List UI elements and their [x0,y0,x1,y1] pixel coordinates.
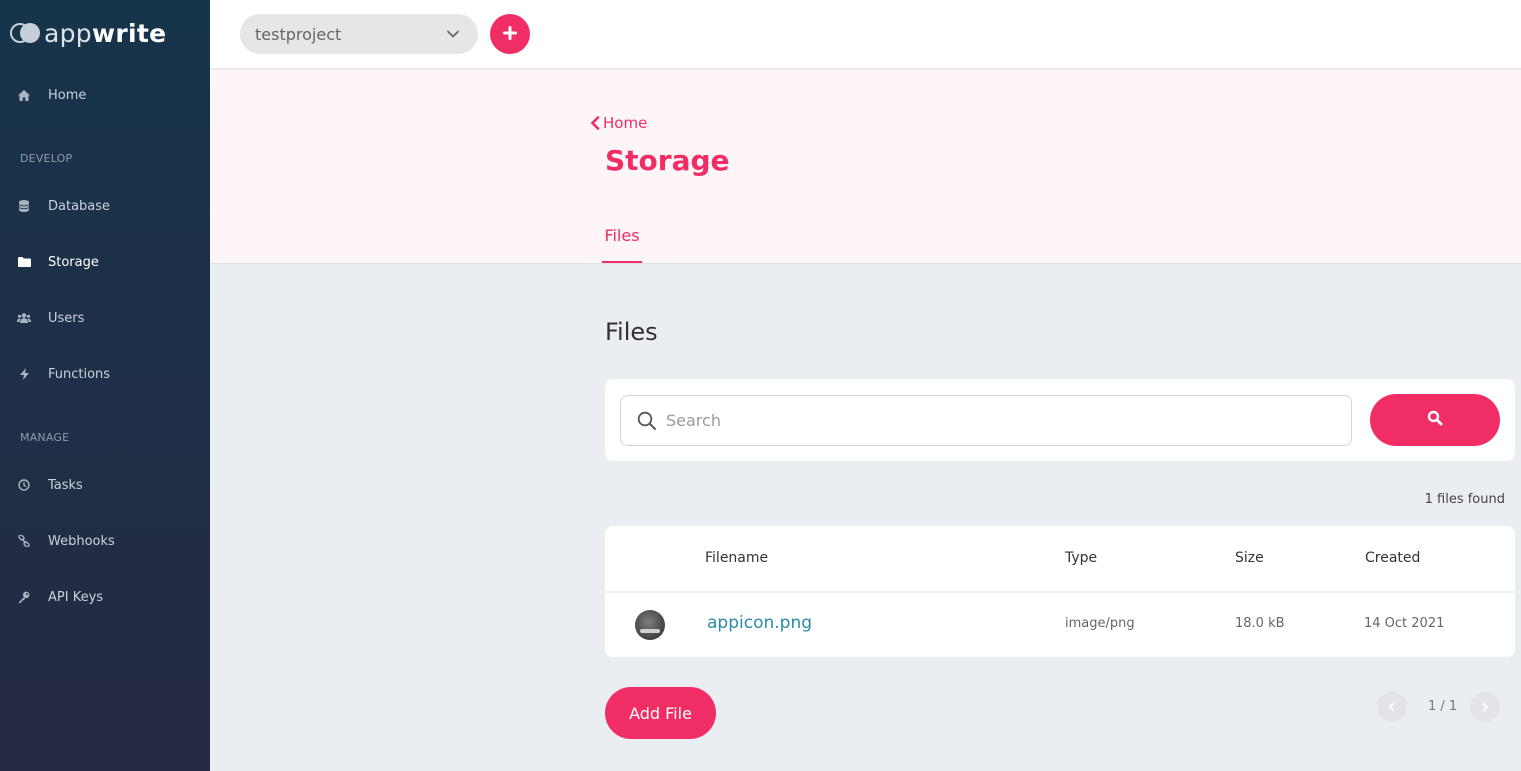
search-button[interactable] [1370,394,1500,446]
header-divider [605,591,1515,593]
chevron-right-icon [1482,702,1489,712]
tab-files[interactable]: Files [602,226,642,263]
sidebar: appwrite Home DEVELOP Database Storage U… [0,0,210,771]
database-icon [17,200,31,212]
plus-icon [503,25,517,44]
sidebar-item-home[interactable]: Home [0,78,210,112]
clock-icon [17,479,31,491]
search-field [620,395,1352,446]
add-file-button[interactable]: Add File [605,687,716,739]
back-home-link[interactable]: Home [590,114,647,132]
sidebar-item-users[interactable]: Users [0,301,210,335]
column-header-filename: Filename [705,550,769,566]
link-icon [17,535,31,547]
column-header-size: Size [1235,550,1264,566]
section-title: Files [605,318,658,346]
home-icon [17,89,31,101]
column-header-created: Created [1365,550,1421,566]
sidebar-item-label: Database [48,198,111,214]
page-title: Storage [605,144,730,177]
folder-icon [17,257,31,267]
appwrite-logo[interactable]: appwrite [10,18,166,48]
logo-text: appwrite [44,18,167,48]
sidebar-item-label: API Keys [48,589,104,605]
project-name: testproject [255,24,342,44]
sidebar-item-functions[interactable]: Functions [0,357,210,391]
bolt-icon [17,368,31,380]
sidebar-item-database[interactable]: Database [0,189,210,223]
sidebar-item-tasks[interactable]: Tasks [0,468,210,502]
file-type: image/png [1065,616,1135,631]
appwrite-logo-icon [10,22,40,44]
file-created: 14 Oct 2021 [1364,616,1445,631]
search-icon [637,411,657,435]
files-table: Filename Type Size Created appicon.png i… [605,526,1515,657]
sidebar-item-label: Storage [48,254,99,270]
column-header-type: Type [1065,550,1098,566]
sidebar-item-label: Webhooks [48,533,115,549]
section-manage: MANAGE [20,431,70,444]
sidebar-item-webhooks[interactable]: Webhooks [0,524,210,558]
file-name-link[interactable]: appicon.png [707,613,812,633]
sidebar-item-label: Users [48,310,85,326]
top-bar: testproject [210,0,1521,69]
pagination-info: 1 / 1 [1428,699,1458,714]
section-develop: DEVELOP [20,152,73,165]
key-icon [17,591,31,603]
add-project-button[interactable] [490,14,530,54]
users-icon [17,313,31,323]
back-link-label: Home [603,114,648,132]
project-selector[interactable]: testproject [240,14,478,54]
sidebar-item-label: Home [48,87,87,103]
chevron-left-icon [590,116,600,130]
next-page-button[interactable] [1470,692,1500,722]
search-card [605,379,1515,461]
sidebar-item-api-keys[interactable]: API Keys [0,580,210,614]
sidebar-item-label: Functions [48,366,111,382]
sidebar-item-storage[interactable]: Storage [0,245,210,279]
files-count: 1 files found [1424,492,1505,507]
file-thumbnail[interactable] [635,610,665,640]
file-size: 18.0 kB [1235,616,1285,631]
prev-page-button[interactable] [1377,692,1407,722]
page-header: Home Storage Files [210,70,1521,264]
chevron-down-icon [446,26,460,45]
chevron-left-icon [1388,702,1395,712]
sidebar-item-label: Tasks [48,477,83,493]
search-icon [1427,410,1443,430]
search-input[interactable] [666,396,1336,445]
